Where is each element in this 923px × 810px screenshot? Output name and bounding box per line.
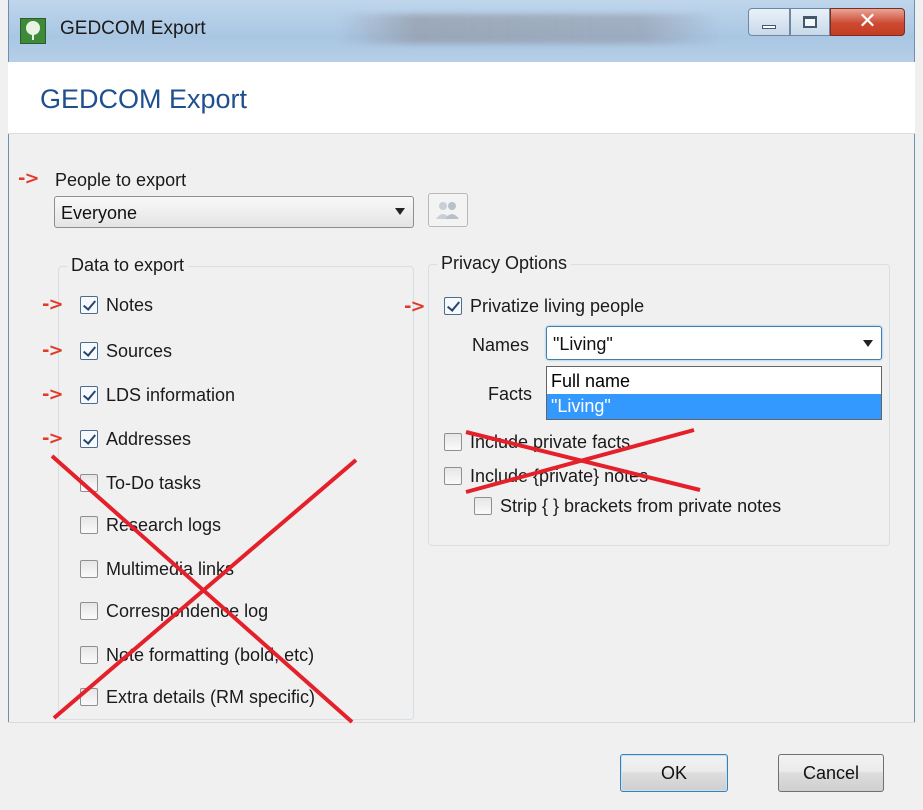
people-to-export-value: Everyone [61, 203, 138, 223]
research-logs-checkbox[interactable] [80, 516, 98, 534]
data-to-export-title: Data to export [67, 255, 189, 276]
names-label: Names [472, 335, 530, 355]
annotation-arrow: -> [42, 384, 64, 405]
chevron-down-icon [863, 340, 873, 347]
multimedia-links-checkbox[interactable] [80, 560, 98, 578]
addresses-checkbox[interactable] [80, 430, 98, 448]
maximize-button[interactable] [790, 8, 830, 36]
correspondence-log-label: Correspondence log [106, 601, 269, 621]
tree-app-icon [20, 18, 46, 44]
dropdown-option-living[interactable]: "Living" [547, 394, 881, 419]
annotation-arrow: -> [42, 294, 64, 315]
to-do-tasks-checkbox[interactable] [80, 474, 98, 492]
strip-brackets-label: Strip { } brackets from private notes [500, 496, 782, 516]
include-private-facts-checkbox[interactable] [444, 433, 462, 451]
ok-button[interactable]: OK [620, 754, 728, 792]
blurred-title-region [339, 14, 719, 44]
extra-details-label: Extra details (RM specific) [106, 687, 316, 707]
extra-details-checkbox[interactable] [80, 688, 98, 706]
include-private-facts-label: Include private facts [470, 432, 631, 452]
close-icon: ✕ [858, 9, 877, 34]
privacy-options-title: Privacy Options [437, 253, 572, 274]
addresses-label: Addresses [106, 429, 192, 449]
cancel-button[interactable]: Cancel [778, 754, 884, 792]
names-select-value: "Living" [553, 334, 613, 354]
names-dropdown-list: Full name "Living" [546, 366, 882, 420]
dropdown-option-full-name[interactable]: Full name [547, 369, 881, 394]
multimedia-links-label: Multimedia links [106, 559, 235, 579]
privatize-living-label: Privatize living people [470, 296, 645, 316]
people-to-export-select[interactable]: Everyone [54, 196, 414, 228]
annotation-arrow: -> [42, 340, 64, 361]
include-private-notes-label: Include {private} notes [470, 466, 649, 486]
people-icon [436, 202, 459, 219]
annotation-arrow: -> [18, 168, 40, 189]
note-formatting-label: Note formatting (bold, etc) [106, 645, 315, 665]
sources-label: Sources [106, 341, 173, 361]
annotation-arrow: -> [404, 296, 426, 317]
minimize-button[interactable] [748, 8, 790, 36]
research-logs-label: Research logs [106, 515, 222, 535]
maximize-icon [803, 16, 817, 28]
select-people-button[interactable] [428, 193, 468, 227]
notes-label: Notes [106, 295, 154, 315]
lds-information-label: LDS information [106, 385, 236, 405]
notes-checkbox[interactable] [80, 296, 98, 314]
note-formatting-checkbox[interactable] [80, 646, 98, 664]
sources-checkbox[interactable] [80, 342, 98, 360]
to-do-tasks-label: To-Do tasks [106, 473, 202, 493]
minimize-icon [762, 25, 776, 29]
window-title: GEDCOM Export [60, 18, 206, 39]
names-select[interactable]: "Living" [546, 326, 882, 360]
privatize-living-checkbox[interactable] [444, 297, 462, 315]
chevron-down-icon [395, 208, 405, 215]
correspondence-log-checkbox[interactable] [80, 602, 98, 620]
people-to-export-label: People to export [55, 170, 187, 190]
annotation-arrow: -> [42, 428, 64, 449]
close-button[interactable]: ✕ [830, 8, 905, 36]
page-title: GEDCOM Export [40, 84, 248, 114]
include-private-notes-checkbox[interactable] [444, 467, 462, 485]
strip-brackets-checkbox[interactable] [474, 497, 492, 515]
lds-information-checkbox[interactable] [80, 386, 98, 404]
facts-label: Facts [488, 384, 533, 404]
dialog-header: GEDCOM Export [8, 62, 915, 134]
